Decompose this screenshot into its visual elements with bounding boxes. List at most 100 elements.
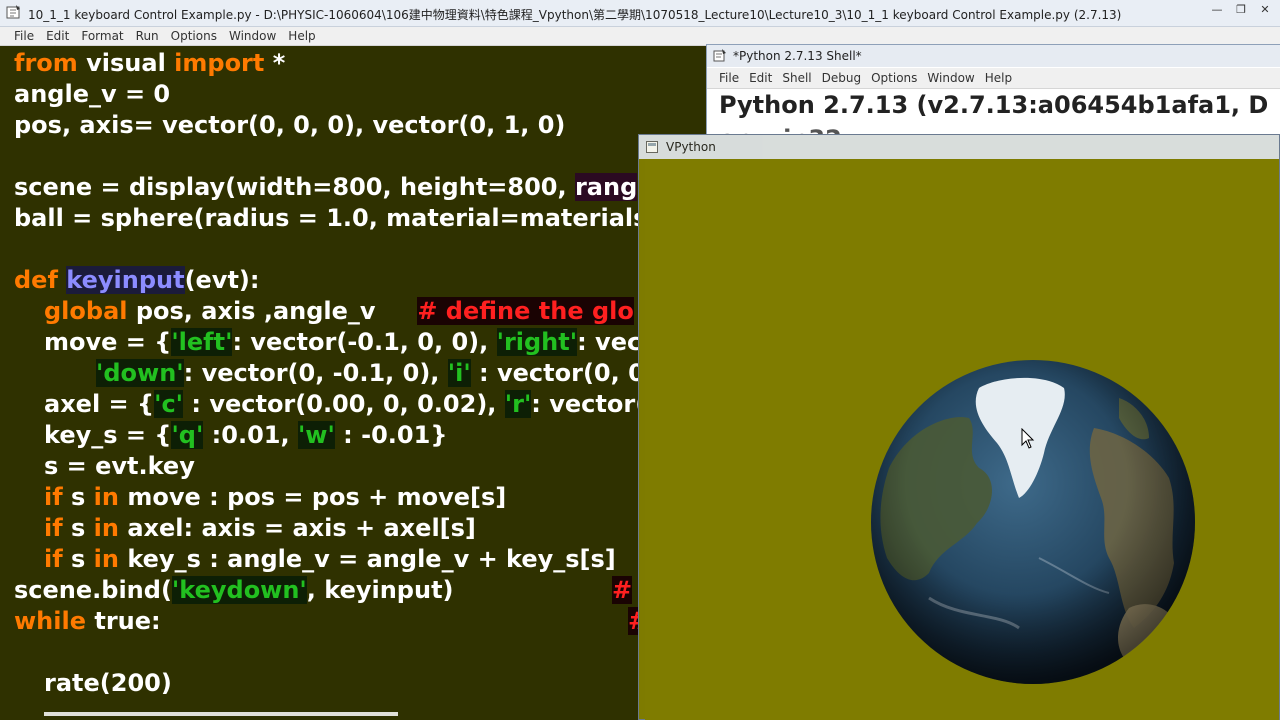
code-line-22-clipped [44, 708, 640, 720]
shell-title: *Python 2.7.13 Shell* [733, 49, 862, 63]
kw-from: from [14, 49, 78, 77]
vpython-app-icon [646, 141, 658, 153]
code-text: move = { [44, 328, 172, 356]
code-text: : vect [577, 328, 640, 356]
shell-menu-window[interactable]: Window [922, 68, 979, 88]
code-line-10: move = {'left': vector(-0.1, 0, 0), 'rig… [44, 327, 640, 358]
shell-menubar: File Edit Shell Debug Options Window Help [707, 68, 1280, 89]
code-string: 'left' [171, 328, 233, 356]
vpython-3d-canvas[interactable] [645, 160, 1279, 720]
shell-menu-debug[interactable]: Debug [817, 68, 866, 88]
code-line-9: global pos, axis ,angle_v # define the g… [44, 296, 634, 327]
kw-in: in [93, 483, 119, 511]
code-text: (evt): [184, 266, 260, 294]
menu-edit[interactable]: Edit [40, 27, 75, 45]
code-text: visual [77, 49, 175, 77]
code-line-21: rate(200) [44, 669, 172, 697]
code-text: : vector(- [531, 390, 640, 418]
code-line-18: scene.bind('keydown', keyinput) [14, 575, 454, 606]
code-text: * [264, 49, 286, 77]
code-string: 'r' [504, 390, 532, 418]
code-text: scene = display(width=800, height=800, [14, 173, 575, 201]
code-line-2: angle_v = 0 [14, 80, 171, 108]
vpython-titlebar[interactable]: VPython [639, 135, 1279, 159]
code-text: : vector(0, 0 [470, 359, 640, 387]
python-idle-icon [6, 5, 20, 19]
code-text: : -0.01} [334, 421, 448, 449]
menu-format[interactable]: Format [75, 27, 129, 45]
code-string: 'w' [297, 421, 335, 449]
menu-run[interactable]: Run [130, 27, 165, 45]
menu-help[interactable]: Help [282, 27, 321, 45]
code-string: 'down' [96, 359, 184, 387]
code-text: key_s = { [44, 421, 172, 449]
code-text: s [62, 483, 94, 511]
code-string: 'right' [496, 328, 578, 356]
code-text-highlight: rang [574, 173, 638, 201]
code-text: : vector(0, -0.1, 0), [183, 359, 448, 387]
shell-titlebar[interactable]: *Python 2.7.13 Shell* [707, 45, 1280, 67]
code-text: scene.bind( [14, 576, 172, 604]
code-text: : vector(-0.1, 0, 0), [232, 328, 497, 356]
code-editor[interactable]: from visual import * angle_v = 0 pos, ax… [0, 46, 640, 720]
code-text: axel = { [44, 390, 155, 418]
clipped-text-mark [44, 712, 634, 716]
code-string: 'keydown' [171, 576, 307, 604]
code-line-8: def keyinput(evt): [14, 265, 260, 296]
code-text: axel: axis = axis + axel[s] [118, 514, 476, 542]
editor-title: 10_1_1 keyboard Control Example.py - D:\… [28, 8, 1122, 22]
code-text: :0.01, [203, 421, 298, 449]
kw-if: if [44, 514, 63, 542]
code-text: key_s : angle_v = angle_v + key_s[s] [118, 545, 616, 573]
kw-while: while [14, 607, 86, 635]
code-line-14: s = evt.key [44, 452, 195, 480]
code-text: pos, axis ,angle_v [127, 297, 418, 325]
minimize-button[interactable]: — [1204, 2, 1230, 18]
shell-menu-options[interactable]: Options [866, 68, 922, 88]
kw-if: if [44, 545, 63, 573]
shell-menu-edit[interactable]: Edit [744, 68, 777, 88]
menu-file[interactable]: File [0, 27, 40, 45]
code-line-1: from visual import * [14, 48, 285, 79]
code-line-15: if s in move : pos = pos + move[s] [44, 482, 506, 513]
kw-if: if [44, 483, 63, 511]
code-line-12: axel = {'c' : vector(0.00, 0, 0.02), 'r'… [44, 389, 640, 420]
maximize-button[interactable]: ❐ [1228, 2, 1254, 18]
code-line-19: while true: [14, 606, 161, 637]
menu-window[interactable]: Window [223, 27, 282, 45]
shell-menu-help[interactable]: Help [980, 68, 1017, 88]
kw-in: in [93, 514, 119, 542]
kw-import: import [174, 49, 265, 77]
vpython-window: VPython [638, 134, 1280, 720]
code-line-17: if s in key_s : angle_v = angle_v + key_… [44, 544, 616, 575]
close-button[interactable]: ✕ [1252, 2, 1278, 18]
code-line-16: if s in axel: axis = axis + axel[s] [44, 513, 476, 544]
code-line-13: key_s = {'q' :0.01, 'w' : -0.01} [44, 420, 447, 451]
code-line-3: pos, axis= vector(0, 0, 0), vector(0, 1,… [14, 111, 566, 139]
shell-menu-shell[interactable]: Shell [777, 68, 816, 88]
menu-options[interactable]: Options [165, 27, 223, 45]
code-string: 'i' [447, 359, 471, 387]
code-text: move : pos = pos + move[s] [118, 483, 507, 511]
code-comment: # define the glo [417, 297, 634, 325]
code-text: true: [86, 607, 161, 635]
earth-globe[interactable] [869, 358, 1197, 686]
code-text: s [62, 514, 94, 542]
vpython-title: VPython [666, 140, 716, 154]
code-line-6: ball = sphere(radius = 1.0, material=mat… [14, 204, 640, 232]
code-line-5: scene = display(width=800, height=800, r… [14, 172, 638, 203]
kw-def: def [14, 266, 58, 294]
code-string: 'q' [171, 421, 204, 449]
editor-titlebar[interactable]: 10_1_1 keyboard Control Example.py - D:\… [0, 0, 1280, 27]
code-text: : vector(0.00, 0, 0.02), [183, 390, 505, 418]
code-comment: # [612, 576, 633, 604]
kw-in: in [93, 545, 119, 573]
kw-global: global [44, 297, 128, 325]
shell-menu-file[interactable]: File [707, 68, 744, 88]
code-comment-18: # [612, 575, 633, 606]
python-shell-icon [713, 49, 726, 62]
code-string: 'c' [154, 390, 184, 418]
code-text: , keyinput) [306, 576, 454, 604]
function-name: keyinput [66, 266, 185, 294]
